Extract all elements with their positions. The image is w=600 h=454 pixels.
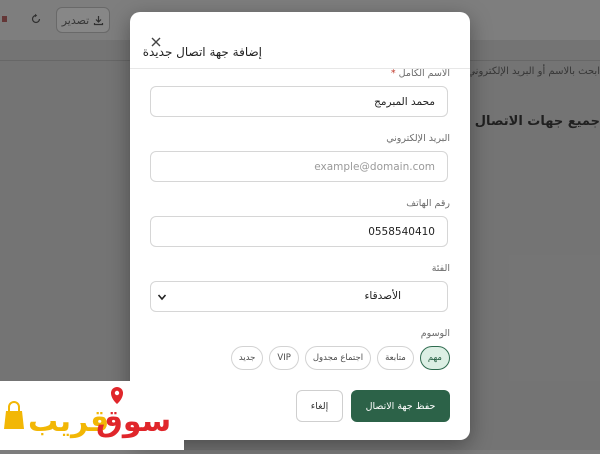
chevron-down-icon — [157, 294, 167, 301]
full-name-label-text: الاسم الكامل — [398, 68, 450, 79]
location-pin-icon — [111, 387, 123, 404]
tags-group: مهم متابعة اجتماع مجدول VIP جديد — [230, 346, 450, 370]
cancel-button[interactable]: إلغاء — [296, 390, 343, 422]
email-label: البريد الإلكتروني — [386, 133, 450, 144]
tag-vip[interactable]: VIP — [269, 346, 299, 370]
svg-text:سوق: سوق — [96, 404, 171, 439]
required-mark: * — [390, 68, 396, 79]
category-selected-value: الأصدقاء — [364, 290, 402, 302]
email-input[interactable] — [150, 151, 448, 182]
watermark-logo: قريب سوق — [0, 381, 184, 450]
tag-follow-up[interactable]: متابعة — [377, 346, 414, 370]
close-button[interactable] — [146, 32, 166, 52]
full-name-input[interactable] — [150, 86, 448, 117]
phone-input[interactable] — [150, 216, 448, 247]
tag-scheduled-meeting[interactable]: اجتماع مجدول — [304, 346, 372, 370]
tag-important[interactable]: مهم — [419, 346, 450, 370]
tags-label: الوسوم — [420, 328, 450, 339]
category-label: الفئة — [431, 263, 450, 274]
phone-label: رقم الهاتف — [406, 198, 450, 209]
souq-qarib-logo: قريب سوق — [4, 387, 171, 439]
category-select[interactable]: الأصدقاء — [150, 281, 448, 312]
tag-new[interactable]: جديد — [230, 346, 264, 370]
close-icon — [151, 37, 161, 47]
full-name-label: الاسم الكامل* — [391, 68, 450, 79]
add-contact-dialog: إضافة جهة اتصال جديدة الاسم الكامل* البر… — [130, 12, 470, 440]
shopping-bag-icon — [4, 401, 24, 429]
save-contact-button[interactable]: حفظ جهة الاتصال — [351, 390, 450, 422]
